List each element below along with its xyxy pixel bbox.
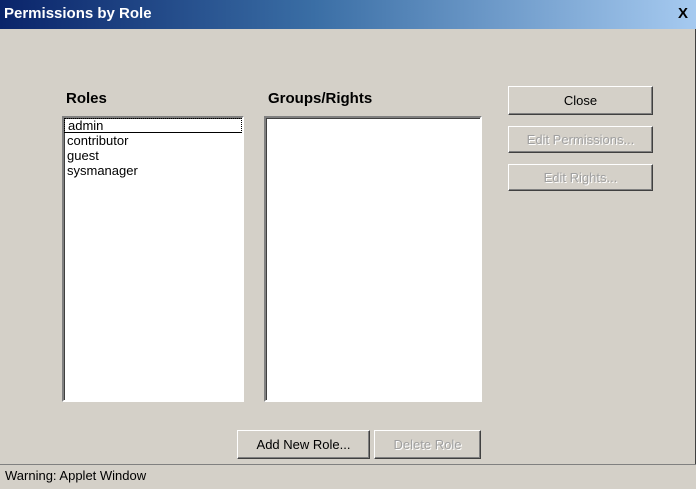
role-list-item[interactable]: guest bbox=[64, 148, 242, 163]
status-bar: Warning: Applet Window bbox=[0, 464, 696, 489]
roles-listbox[interactable]: admin contributor guest sysmanager bbox=[62, 116, 244, 402]
role-list-item[interactable]: admin bbox=[64, 118, 242, 133]
applet-warning-text: Warning: Applet Window bbox=[5, 468, 147, 483]
edit-permissions-button[interactable]: Edit Permissions... bbox=[508, 126, 653, 153]
add-new-role-button[interactable]: Add New Role... bbox=[237, 430, 370, 459]
groups-rights-listbox[interactable] bbox=[264, 116, 482, 402]
title-bar[interactable]: Permissions by Role X bbox=[0, 0, 696, 29]
window-title: Permissions by Role bbox=[4, 5, 152, 22]
roles-label: Roles bbox=[66, 90, 107, 107]
close-window-icon[interactable]: X bbox=[674, 6, 692, 22]
edit-rights-button[interactable]: Edit Rights... bbox=[508, 164, 653, 191]
close-button[interactable]: Close bbox=[508, 86, 653, 115]
delete-role-button[interactable]: Delete Role bbox=[374, 430, 481, 459]
permissions-by-role-window: Permissions by Role X Roles Groups/Right… bbox=[0, 0, 696, 489]
role-list-item[interactable]: sysmanager bbox=[64, 163, 242, 178]
groups-rights-label: Groups/Rights bbox=[268, 90, 373, 107]
role-list-item[interactable]: contributor bbox=[64, 133, 242, 148]
